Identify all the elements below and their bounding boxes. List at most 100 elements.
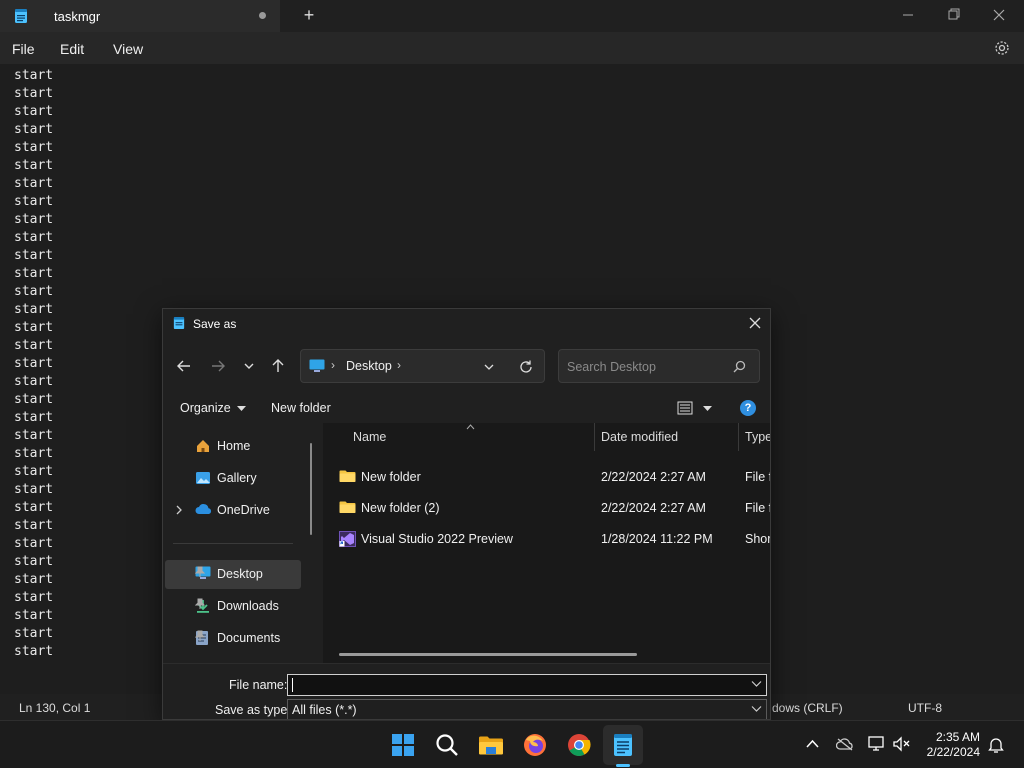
caret-down-icon (237, 406, 247, 411)
file-type: File fo (745, 501, 770, 515)
restore-icon[interactable] (943, 6, 963, 24)
start-icon[interactable] (389, 731, 417, 759)
notifications-bell-icon[interactable] (988, 736, 1004, 754)
column-header-date[interactable]: Date modified (601, 430, 678, 444)
close-icon[interactable] (747, 315, 763, 331)
nav-item-label: Downloads (217, 599, 279, 613)
pin-icon[interactable] (195, 566, 205, 578)
column-separator[interactable] (738, 423, 739, 451)
file-date: 2/22/2024 2:27 AM (601, 501, 706, 515)
text-line: start (14, 392, 54, 407)
save-as-dialog: Save as › Desktop › Organize New folder … (162, 308, 771, 720)
encoding[interactable]: UTF-8 (908, 701, 942, 715)
address-bar[interactable]: › Desktop › (300, 349, 545, 383)
new-folder-button[interactable]: New folder (271, 401, 331, 415)
organize-button[interactable]: Organize (180, 401, 247, 415)
unsaved-dot-icon[interactable] (259, 12, 266, 19)
menu-file[interactable]: File (12, 41, 35, 57)
text-line: start (14, 518, 54, 533)
text-line: start (14, 356, 54, 371)
close-icon[interactable] (989, 6, 1009, 24)
search-icon[interactable] (433, 731, 461, 759)
save-type-select[interactable]: All files (*.*) (287, 699, 767, 719)
text-line: start (14, 140, 54, 155)
breadcrumb-chevron-icon[interactable]: › (397, 358, 401, 372)
chevron-down-icon[interactable] (483, 361, 495, 373)
new-tab-button[interactable]: + (300, 4, 318, 26)
column-header-type[interactable]: Type (745, 430, 770, 444)
text-line: start (14, 410, 54, 425)
nav-item-downloads[interactable]: Downloads (165, 592, 301, 621)
menu-view[interactable]: View (113, 41, 143, 57)
text-line: start (14, 500, 54, 515)
text-line: start (14, 266, 54, 281)
nav-item-label: Desktop (217, 567, 263, 581)
nav-item-label: OneDrive (217, 503, 270, 517)
column-header-name[interactable]: Name (353, 430, 386, 444)
file-date: 1/28/2024 11:22 PM (601, 532, 713, 546)
search-icon[interactable] (733, 360, 746, 373)
menu-bar: File Edit View (0, 32, 1024, 64)
title-bar: taskmgr + (0, 0, 1024, 32)
chevron-down-icon[interactable] (751, 680, 762, 688)
running-indicator (616, 764, 630, 767)
up-arrow-icon[interactable] (269, 357, 287, 375)
file-row-new-folder-2[interactable]: New folder (2) 2/22/2024 2:27 AM File fo (323, 494, 770, 522)
chrome-icon[interactable] (565, 731, 593, 759)
breadcrumb-chevron-icon[interactable]: › (331, 358, 335, 372)
line-ending[interactable]: dows (CRLF) (772, 701, 843, 715)
visual-studio-icon (339, 531, 356, 547)
menu-edit[interactable]: Edit (60, 41, 84, 57)
nav-item-documents[interactable]: Documents (165, 624, 301, 653)
nav-item-gallery[interactable]: Gallery (165, 464, 301, 493)
firefox-icon[interactable] (521, 731, 549, 759)
nav-item-label: Home (217, 439, 251, 453)
search-box[interactable] (558, 349, 760, 383)
view-options-button[interactable] (677, 401, 713, 420)
breadcrumb-desktop[interactable]: Desktop (346, 359, 392, 373)
forward-arrow-icon[interactable] (209, 357, 227, 375)
file-row-visual-studio[interactable]: Visual Studio 2022 Preview 1/28/2024 11:… (323, 525, 770, 553)
column-separator[interactable] (594, 423, 595, 451)
nav-item-desktop[interactable]: Desktop (165, 560, 301, 589)
file-type: File fo (745, 470, 770, 484)
nav-divider (173, 543, 293, 544)
horizontal-scrollbar[interactable] (339, 653, 637, 656)
nav-item-home[interactable]: Home (165, 432, 301, 461)
chevron-right-icon[interactable] (175, 505, 183, 515)
gallery-icon (196, 472, 210, 484)
file-explorer-icon[interactable] (477, 731, 505, 759)
text-line: start (14, 608, 54, 623)
file-name-input[interactable] (292, 677, 732, 693)
cursor-position[interactable]: Ln 130, Col 1 (19, 701, 90, 715)
refresh-icon[interactable] (518, 359, 534, 375)
nav-item-onedrive[interactable]: OneDrive (165, 496, 301, 525)
text-line: start (14, 158, 54, 173)
chevron-down-icon[interactable] (240, 357, 258, 375)
nav-scrollbar[interactable] (310, 443, 312, 535)
minimize-icon[interactable] (898, 6, 918, 24)
chevron-up-icon[interactable] (806, 739, 819, 748)
tab-taskmgr[interactable]: taskmgr (0, 0, 280, 32)
file-list: Name Date modified Type New folder 2/22/… (323, 423, 770, 663)
file-row-new-folder[interactable]: New folder 2/22/2024 2:27 AM File fo (323, 463, 770, 491)
text-line: start (14, 302, 54, 317)
text-line: start (14, 338, 54, 353)
chevron-down-icon[interactable] (751, 705, 762, 713)
gear-icon[interactable] (994, 40, 1010, 56)
search-input[interactable] (567, 358, 727, 376)
file-name: New folder (2) (361, 501, 440, 515)
text-line: start (14, 230, 54, 245)
help-icon[interactable]: ? (740, 400, 756, 416)
file-name-combobox[interactable] (287, 674, 767, 696)
pin-icon[interactable] (195, 598, 205, 610)
pin-icon[interactable] (195, 630, 205, 642)
network-icon[interactable] (868, 736, 886, 752)
clock[interactable]: 2:35 AM 2/22/2024 (924, 730, 980, 760)
back-arrow-icon[interactable] (175, 357, 193, 375)
notepad-icon (15, 9, 27, 23)
volume-muted-icon[interactable] (893, 736, 911, 752)
notepad-icon[interactable] (609, 731, 637, 759)
onedrive-offline-icon[interactable] (836, 737, 854, 751)
text-line: start (14, 194, 54, 209)
